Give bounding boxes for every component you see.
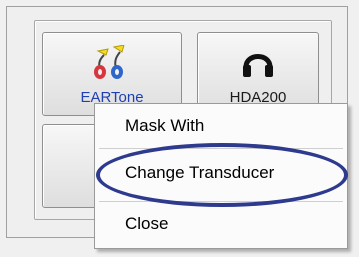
menu-item-mask-with[interactable]: Mask With: [95, 108, 347, 144]
context-menu: Mask With Change Transducer Close: [94, 103, 348, 249]
menu-separator: [99, 201, 343, 202]
menu-separator: [99, 148, 343, 149]
menu-item-change-transducer[interactable]: Change Transducer: [95, 155, 347, 191]
insert-earphones-icon: [90, 44, 134, 85]
transducer-button[interactable]: [42, 124, 98, 208]
headphones-icon: [240, 45, 276, 83]
menu-item-close[interactable]: Close: [95, 206, 347, 242]
